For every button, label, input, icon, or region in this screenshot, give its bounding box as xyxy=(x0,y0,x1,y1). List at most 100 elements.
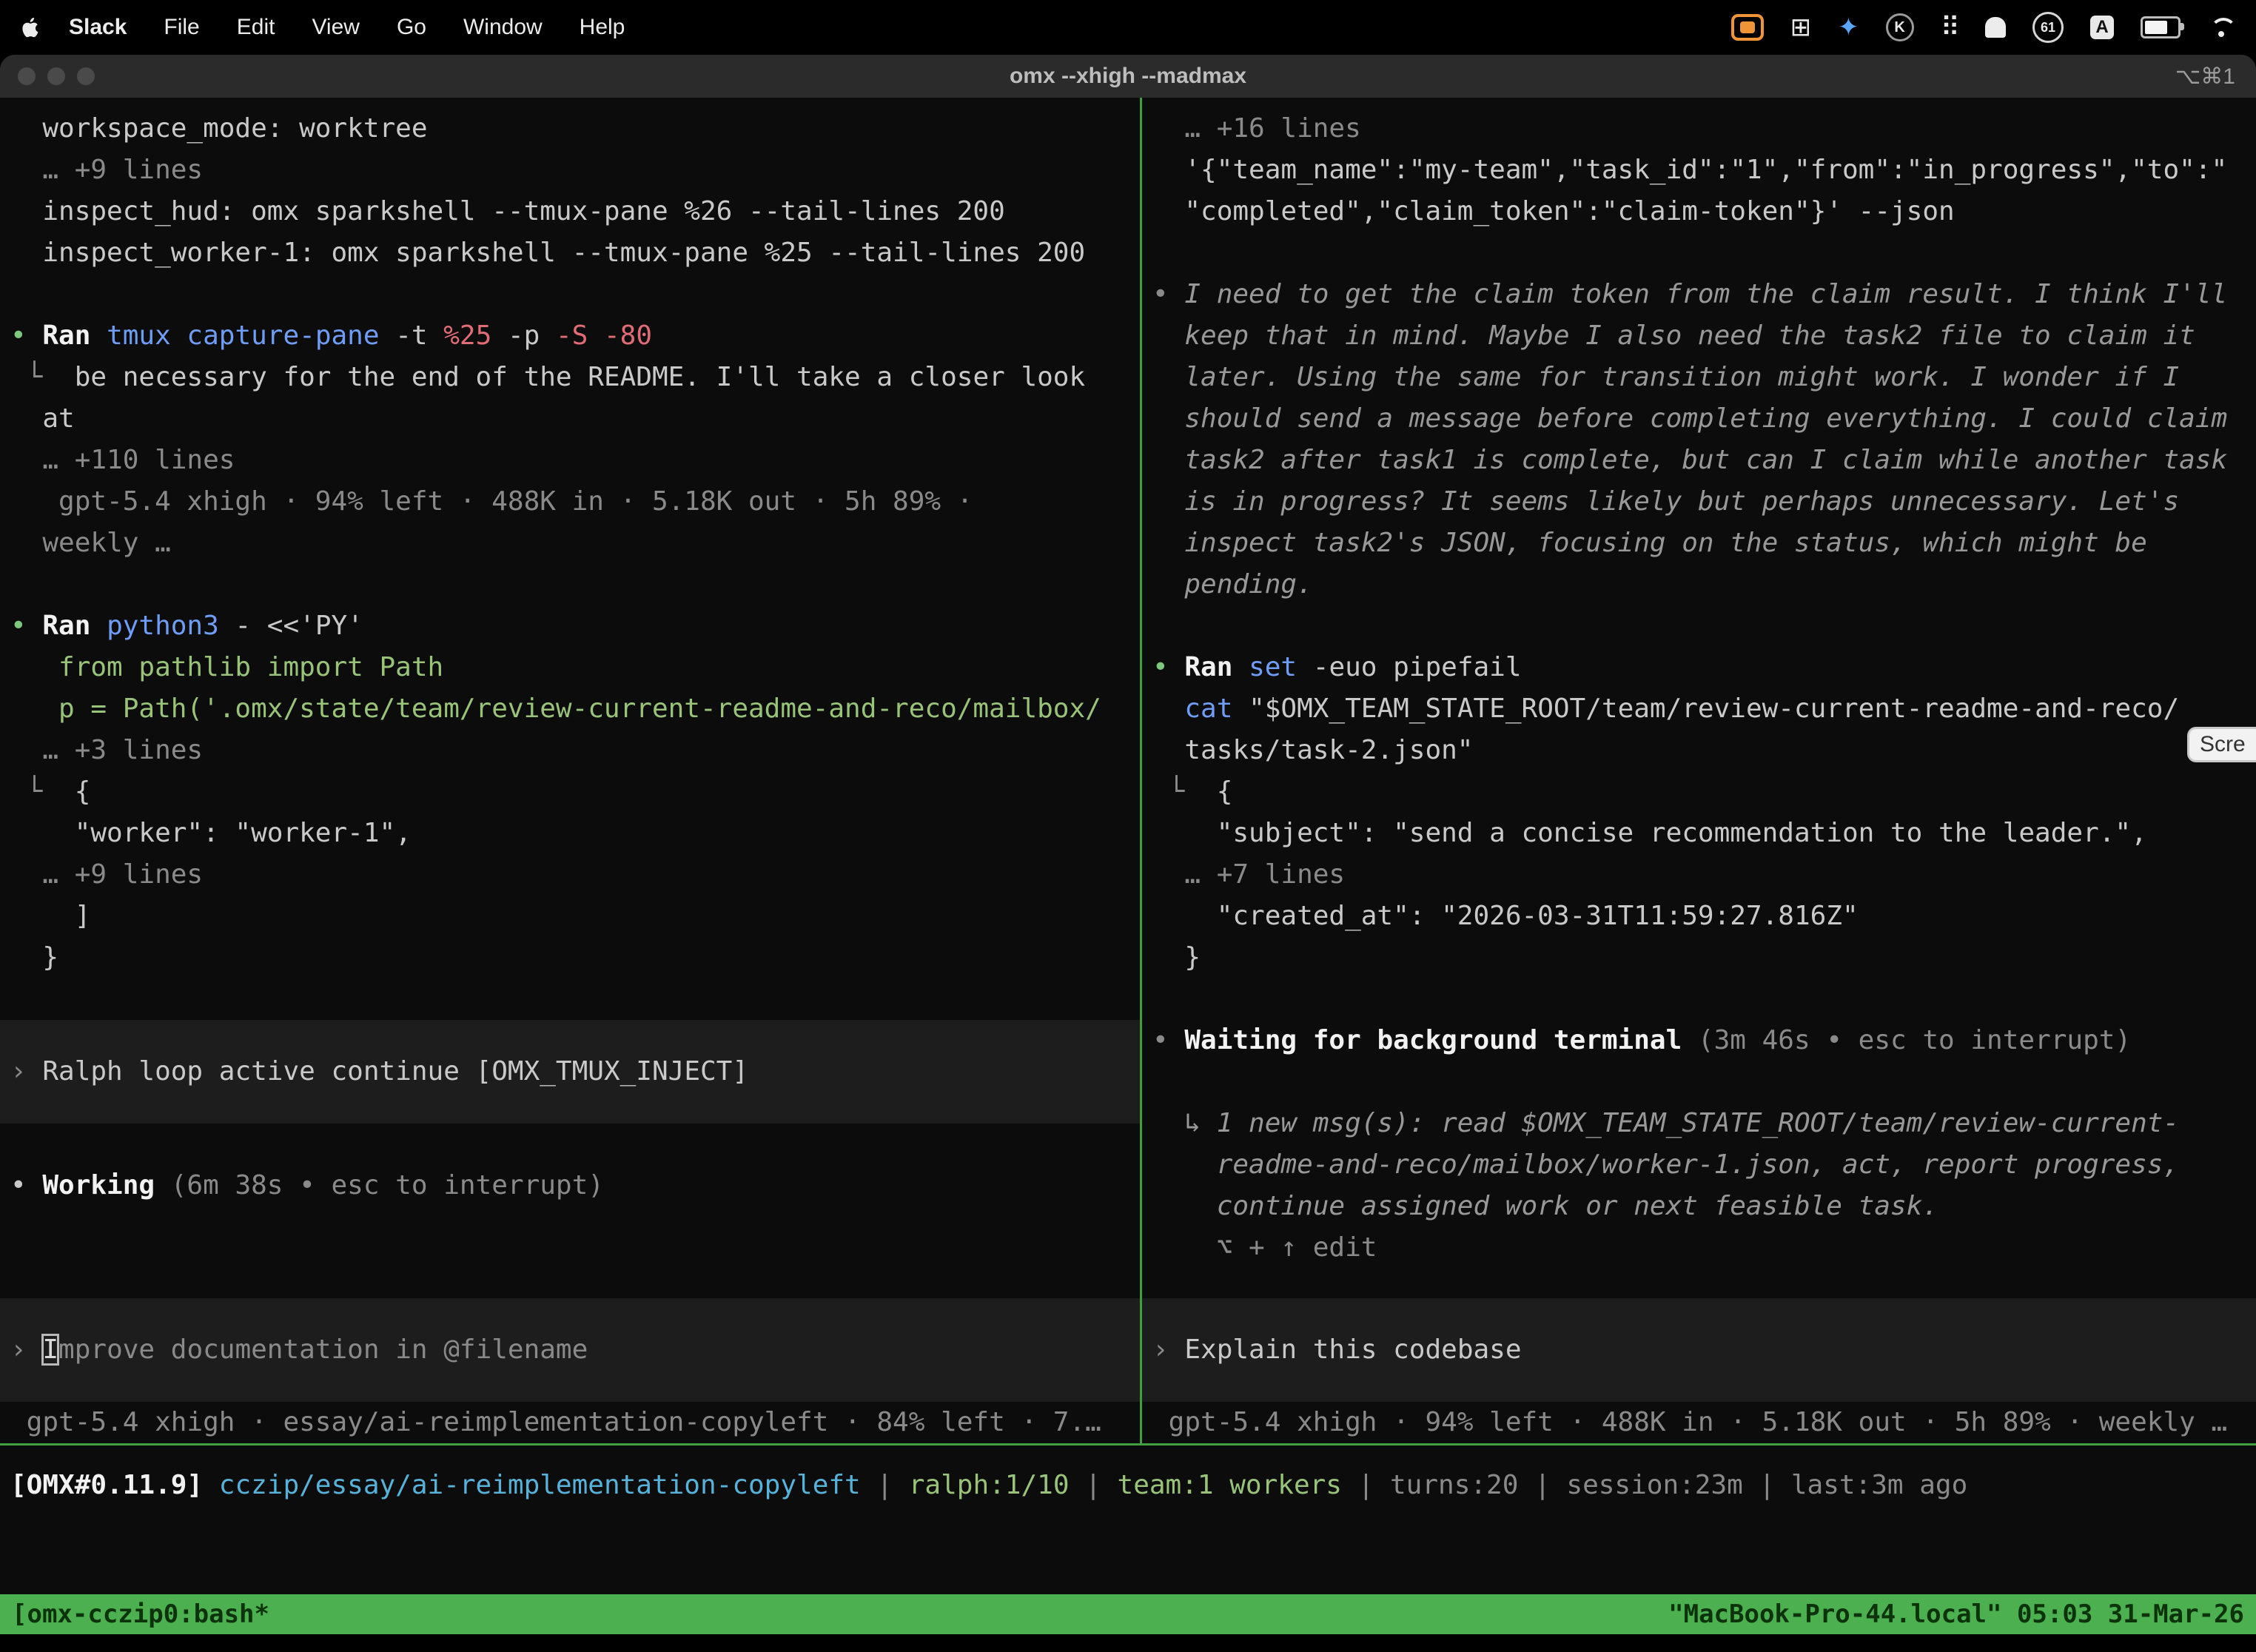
terminal-text-segment: (3m 46s • esc to interrupt) xyxy=(1682,1025,2131,1055)
screen-recording-indicator[interactable] xyxy=(1731,14,1764,41)
terminal-line: from pathlib import Path xyxy=(0,647,1140,688)
terminal-line: gpt-5.4 xhigh · 94% left · 488K in · 5.1… xyxy=(0,481,1140,523)
terminal-text-segment: … +9 lines xyxy=(10,155,203,185)
terminal-text-segment: mprove documentation in @filename xyxy=(58,1334,588,1365)
terminal-line: └ be necessary for the end of the README… xyxy=(0,357,1140,398)
window-grid-icon[interactable]: ⊞ xyxy=(1790,13,1812,42)
terminal-text-segment: { xyxy=(75,776,91,807)
apple-menu-icon[interactable] xyxy=(21,16,40,38)
terminal-text-segment: cczip/essay/ai-reimplementation-copyleft xyxy=(219,1470,861,1500)
terminal-text-segment: weekly … xyxy=(10,528,171,558)
terminal-line: … +16 lines xyxy=(1142,108,2256,150)
terminal-line: } xyxy=(1142,937,2256,978)
wifi-icon[interactable] xyxy=(2207,16,2235,38)
right-terminal-pane[interactable]: … +16 lines '{"team_name":"my-team","tas… xyxy=(1142,98,2256,1443)
terminal-line: weekly … xyxy=(0,523,1140,564)
terminal-line: • Waiting for background terminal (3m 46… xyxy=(1142,1020,2256,1061)
terminal-text-segment: gpt-5.4 xhigh · 94% left · 488K in · 5.1… xyxy=(1152,1407,2227,1437)
terminal-text-segment: inspect_hud: omx sparkshell --tmux-pane … xyxy=(10,196,1005,226)
terminal-line: … +9 lines xyxy=(0,854,1140,896)
terminal-line xyxy=(1142,1061,2256,1103)
terminal-text-segment: tmux capture-pane xyxy=(107,320,379,351)
terminal-text-segment: "created_at": "2026-03-31T11:59:27.816Z" xyxy=(1152,901,1859,931)
terminal-window: omx --xhigh --madmax ⌥⌘1 workspace_mode:… xyxy=(0,55,2256,1652)
terminal-line xyxy=(1142,978,2256,1020)
terminal-line: └ { xyxy=(1142,771,2256,813)
terminal-line: should send a message before completing … xyxy=(1142,398,2256,440)
terminal-text-segment: ↳ 1 new msg(s): read $OMX_TEAM_STATE_ROO… xyxy=(1152,1108,2179,1138)
terminal-line: ↳ 1 new msg(s): read $OMX_TEAM_STATE_ROO… xyxy=(1142,1103,2256,1144)
menu-item-file[interactable]: File xyxy=(145,15,218,39)
terminal-text-segment: -p xyxy=(491,320,556,351)
menu-item-go[interactable]: Go xyxy=(378,15,445,39)
raycast-icon[interactable]: ✦ xyxy=(1838,13,1859,42)
terminal-text-segment: └ xyxy=(10,362,75,392)
terminal-text-segment: • xyxy=(10,611,42,641)
minimize-button[interactable] xyxy=(47,67,65,85)
terminal-text-segment: "subject": "send a concise recommendatio… xyxy=(1152,818,2147,848)
terminal-line: • Working (6m 38s • esc to interrupt) xyxy=(0,1165,1140,1206)
terminal-text-segment: later. Using the same for transition mig… xyxy=(1152,362,2179,392)
omx-status-line: [OMX#0.11.9] cczip/essay/ai-reimplementa… xyxy=(0,1446,2256,1506)
terminal-text-segment: '{"team_name":"my-team","task_id":"1","f… xyxy=(1152,155,2227,185)
terminal-text-segment: workspace_mode: worktree xyxy=(10,113,428,144)
terminal-line: … +9 lines xyxy=(0,150,1140,191)
window-shortcut-label: ⌥⌘1 xyxy=(2175,64,2256,90)
terminal-line xyxy=(0,564,1140,605)
terminal-text-segment: should send a message before completing … xyxy=(1152,403,2227,434)
terminal-text-segment: Ran xyxy=(1184,652,1249,682)
menu-item-view[interactable]: View xyxy=(293,15,377,39)
menu-item-window[interactable]: Window xyxy=(445,15,561,39)
traffic-lights xyxy=(0,67,95,85)
terminal-line: inspect task2's JSON, focusing on the st… xyxy=(1142,523,2256,564)
terminal-text-segment: I need to get the claim token from the c… xyxy=(1184,279,2227,309)
k-circle-icon[interactable]: K xyxy=(1886,13,1914,41)
terminal-text-segment: Explain this codebase xyxy=(1184,1334,1521,1365)
terminal-text-segment: [OMX#0.11.9] xyxy=(10,1470,219,1500)
menu-item-help[interactable]: Help xyxy=(561,15,644,39)
window-title-bar[interactable]: omx --xhigh --madmax ⌥⌘1 xyxy=(0,55,2256,98)
terminal-line xyxy=(0,978,1140,1020)
terminal-text-segment: -euo pipefail xyxy=(1297,652,1521,682)
terminal-line: at xyxy=(0,398,1140,440)
pane-spacer xyxy=(1142,1269,2256,1298)
terminal-text-segment: └ xyxy=(10,776,75,807)
terminal-text-segment: keep that in mind. Maybe I also need the… xyxy=(1152,320,2195,351)
terminal-line: "completed","claim_token":"claim-token"}… xyxy=(1142,191,2256,232)
terminal-line: tasks/task-2.json" xyxy=(1142,730,2256,771)
terminal-line: ] xyxy=(0,896,1140,937)
battery-percent-badge[interactable]: 61 xyxy=(2032,12,2064,43)
left-terminal-pane[interactable]: workspace_mode: worktree … +9 lines insp… xyxy=(0,98,1140,1443)
close-button[interactable] xyxy=(18,67,36,85)
terminal-line: ⌥ + ↑ edit xyxy=(1142,1227,2256,1269)
terminal-text-segment: | xyxy=(1070,1470,1118,1500)
app-grid-icon[interactable]: ⠿ xyxy=(1941,12,1958,43)
prompt-row[interactable]: › Improve documentation in @filename xyxy=(0,1298,1140,1402)
prompt-row[interactable]: › Explain this codebase xyxy=(1142,1298,2256,1402)
macos-menu-bar: SlackFileEditViewGoWindowHelp ⊞ ✦ K ⠿ 61 A xyxy=(0,0,2256,55)
zoom-button[interactable] xyxy=(77,67,95,85)
terminal-text-segment: cat xyxy=(1184,694,1232,724)
terminal-line: gpt-5.4 xhigh · 94% left · 488K in · 5.1… xyxy=(1142,1402,2256,1443)
terminal-text-segment: Ran xyxy=(42,611,107,641)
menu-status-icons: ⊞ ✦ K ⠿ 61 A xyxy=(1731,12,2235,43)
terminal-text-segment: team:1 workers xyxy=(1118,1470,1342,1500)
terminal-text-segment: python3 xyxy=(107,611,219,641)
menu-item-edit[interactable]: Edit xyxy=(218,15,294,39)
terminal-text-segment: ⌥ + ↑ edit xyxy=(1152,1232,1377,1263)
terminal-text-segment: continue assigned work or next feasible … xyxy=(1152,1191,1938,1221)
apple-logo xyxy=(21,16,40,38)
ghostty-icon[interactable] xyxy=(1985,17,2006,38)
terminal-line: • Ran set -euo pipefail xyxy=(1142,647,2256,688)
bottom-strip xyxy=(0,1634,2256,1652)
terminal-line: pending. xyxy=(1142,564,2256,605)
menu-item-slack[interactable]: Slack xyxy=(50,15,145,39)
terminal-text-segment: %25 xyxy=(443,320,491,351)
input-source-icon[interactable]: A xyxy=(2090,16,2114,39)
terminal-text-segment: } xyxy=(10,942,58,973)
terminal-text-segment: -S -80 xyxy=(556,320,652,351)
terminal-line: … +3 lines xyxy=(0,730,1140,771)
prompt-row[interactable]: › Ralph loop active continue [OMX_TMUX_I… xyxy=(0,1020,1140,1124)
terminal-text-segment: • xyxy=(10,320,42,351)
battery-icon[interactable] xyxy=(2141,16,2181,38)
